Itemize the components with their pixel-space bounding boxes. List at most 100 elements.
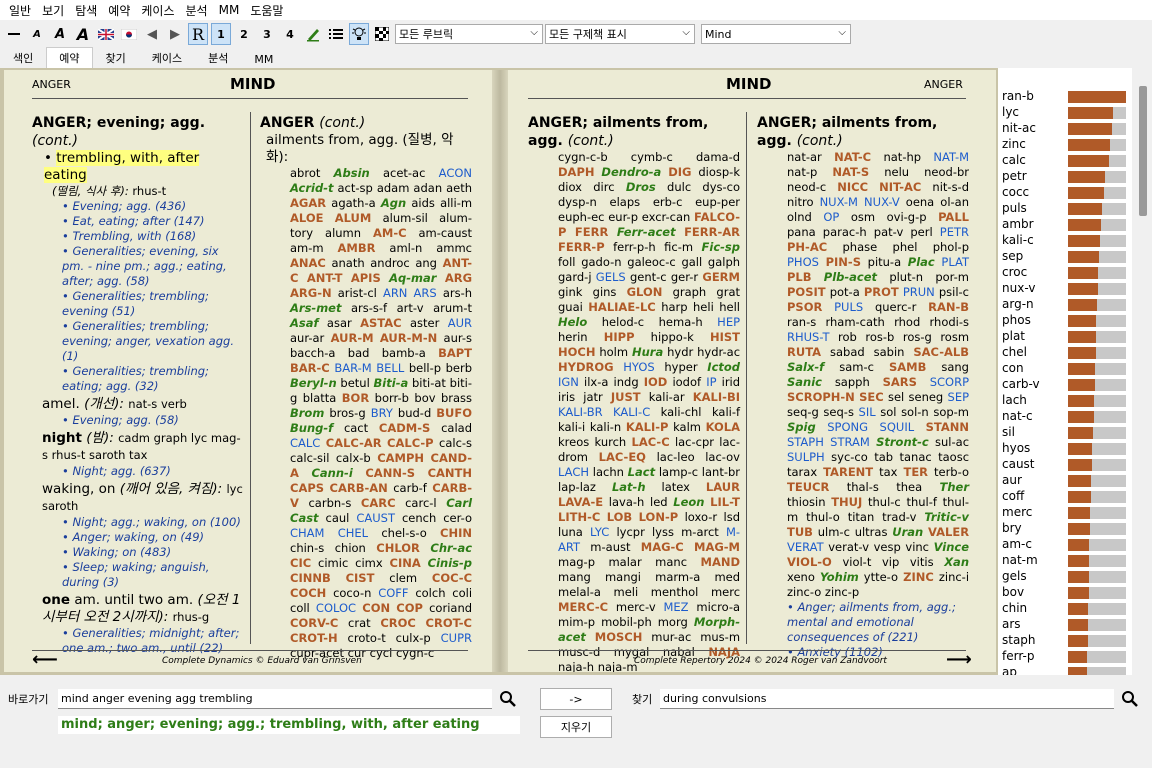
remedy[interactable]: lamp-c xyxy=(659,465,698,479)
remedy[interactable]: THUJ xyxy=(831,495,862,509)
remedy[interactable]: viol-t xyxy=(842,555,871,569)
remedy[interactable]: Acrid-t xyxy=(290,181,333,195)
remedy[interactable]: MAG-C xyxy=(641,540,684,554)
remedy[interactable]: am-m xyxy=(290,241,324,255)
cross-reference[interactable]: • Evening; agg. (58) xyxy=(32,413,244,428)
remedy[interactable]: lsd xyxy=(724,510,741,524)
remedy[interactable]: GLON xyxy=(627,285,663,299)
remedy[interactable]: NUX-V xyxy=(864,195,900,209)
remedy[interactable]: AUR-M-N xyxy=(380,331,437,345)
remedy[interactable]: Hura xyxy=(632,345,663,359)
remedy[interactable]: CHIN xyxy=(440,526,472,540)
chart-row[interactable]: aur xyxy=(1002,472,1128,488)
remedy[interactable]: NIT-AC xyxy=(879,180,921,194)
remedy[interactable]: SAMB xyxy=(889,360,926,374)
remedy[interactable]: bell-p xyxy=(409,361,441,375)
remedy[interactable]: APIS xyxy=(351,271,381,285)
view-3-button[interactable]: 3 xyxy=(257,23,277,45)
cross-reference[interactable]: • Generalities; trembling; evening (51) xyxy=(32,289,244,319)
remedy[interactable]: ammc xyxy=(436,241,472,255)
remedy[interactable]: kali-f xyxy=(712,405,740,419)
remedy[interactable]: NAT-S xyxy=(832,165,869,179)
remedy[interactable]: PLB xyxy=(787,270,812,284)
remedy[interactable]: Lact xyxy=(628,465,655,479)
remedy[interactable]: morg xyxy=(658,615,688,629)
remedy[interactable]: HIPP xyxy=(604,330,635,344)
remedy[interactable]: parac-h xyxy=(823,225,867,239)
remedy[interactable]: LAUR xyxy=(706,480,740,494)
remedy[interactable]: CARB-AN xyxy=(330,481,388,495)
chart-row[interactable]: petr xyxy=(1002,168,1128,184)
remedy[interactable]: LON-P xyxy=(639,510,679,524)
remedy[interactable]: LOB xyxy=(607,510,632,524)
remedy[interactable]: Tritic-v xyxy=(924,510,969,524)
remedy[interactable]: Vince xyxy=(934,540,969,554)
remedy[interactable]: plut-n xyxy=(889,270,923,284)
remedy[interactable]: pot-a xyxy=(830,285,860,299)
remedy[interactable]: pat-v xyxy=(874,225,904,239)
tab-2[interactable]: 찾기 xyxy=(93,47,139,68)
remedy[interactable]: PULS xyxy=(834,300,863,314)
cross-reference[interactable]: • Waking; on (483) xyxy=(32,545,244,560)
remedy[interactable]: nitro xyxy=(787,195,814,209)
remedy[interactable]: Dros xyxy=(626,180,656,194)
remedy[interactable]: CALC xyxy=(290,436,320,450)
chart-row[interactable]: cocc xyxy=(1002,184,1128,200)
remedy[interactable]: ran-s xyxy=(787,315,816,329)
remedy[interactable]: BELL xyxy=(376,361,404,375)
menu-item-4[interactable]: 케이스 xyxy=(138,2,182,19)
remedy[interactable]: pitu-a xyxy=(868,255,902,269)
remedy[interactable]: LYC xyxy=(590,525,609,539)
font-medium-icon[interactable]: A xyxy=(50,23,70,45)
remedy[interactable]: ZINC xyxy=(903,570,934,584)
cross-reference[interactable]: • Evening; agg. (436) xyxy=(32,199,244,214)
remedy[interactable]: Beryl-n xyxy=(290,376,337,390)
remedy[interactable]: Absin xyxy=(334,166,370,180)
remedy[interactable]: SAC-ALB xyxy=(913,345,969,359)
remedy[interactable]: caul xyxy=(326,511,350,525)
rubric-filter-select[interactable]: 모든 루브릭 ⌵ xyxy=(395,24,543,44)
remedy[interactable]: lycpr xyxy=(616,525,644,539)
remedy[interactable]: RUTA xyxy=(787,345,821,359)
remedy[interactable]: phel xyxy=(893,240,918,254)
remedy[interactable]: SCORP xyxy=(930,375,969,389)
remedy[interactable]: alli-m xyxy=(440,196,472,210)
remedy[interactable]: carbn-s xyxy=(308,496,351,510)
tab-0[interactable]: 색인 xyxy=(0,47,46,68)
remedy[interactable]: LACH xyxy=(558,465,589,479)
remedy[interactable]: olnd xyxy=(787,210,812,224)
remedy[interactable]: mang xyxy=(558,570,591,584)
remedy[interactable]: STANN xyxy=(926,420,969,434)
remedy[interactable]: KALI-C xyxy=(613,405,650,419)
remedy[interactable]: por-m xyxy=(935,270,969,284)
remedy[interactable]: LAVA-E xyxy=(558,495,603,509)
remedy[interactable]: sop-m xyxy=(933,405,969,419)
remedy[interactable]: syc-co xyxy=(831,450,868,464)
remedy[interactable]: nit-s-d xyxy=(932,180,969,194)
chart-row[interactable]: nux-v xyxy=(1002,280,1128,296)
remedy[interactable]: cycl xyxy=(370,646,393,660)
tab-3[interactable]: 케이스 xyxy=(139,47,195,68)
remedy[interactable]: BAR-M xyxy=(334,361,371,375)
remedy[interactable]: nat-p xyxy=(787,165,817,179)
remedy[interactable]: cench xyxy=(402,511,436,525)
remedy[interactable]: hema-h xyxy=(659,315,703,329)
remedy[interactable]: lant-br xyxy=(702,465,740,479)
remedy[interactable]: PETR xyxy=(940,225,969,239)
remedy[interactable]: CHLOR xyxy=(376,541,420,555)
remedy[interactable]: Ars-met xyxy=(290,301,341,315)
chart-row[interactable]: phos xyxy=(1002,312,1128,328)
chart-row[interactable]: lyc xyxy=(1002,104,1128,120)
remedy[interactable]: FERR-P xyxy=(558,240,605,254)
remedy[interactable]: lyss xyxy=(652,525,674,539)
remedy[interactable]: HYOS xyxy=(623,360,654,374)
vertical-scrollbar[interactable] xyxy=(1135,68,1152,675)
remedy[interactable]: gent-c xyxy=(630,270,667,284)
remedy[interactable]: vinc xyxy=(905,540,929,554)
view-1-button[interactable]: 1 xyxy=(211,23,231,45)
remedy[interactable]: titan xyxy=(848,510,875,524)
remedy[interactable]: excr-can xyxy=(642,210,691,224)
chart-row[interactable]: puls xyxy=(1002,200,1128,216)
chart-row[interactable]: gels xyxy=(1002,568,1128,584)
remedy[interactable]: CAUST xyxy=(356,511,395,525)
